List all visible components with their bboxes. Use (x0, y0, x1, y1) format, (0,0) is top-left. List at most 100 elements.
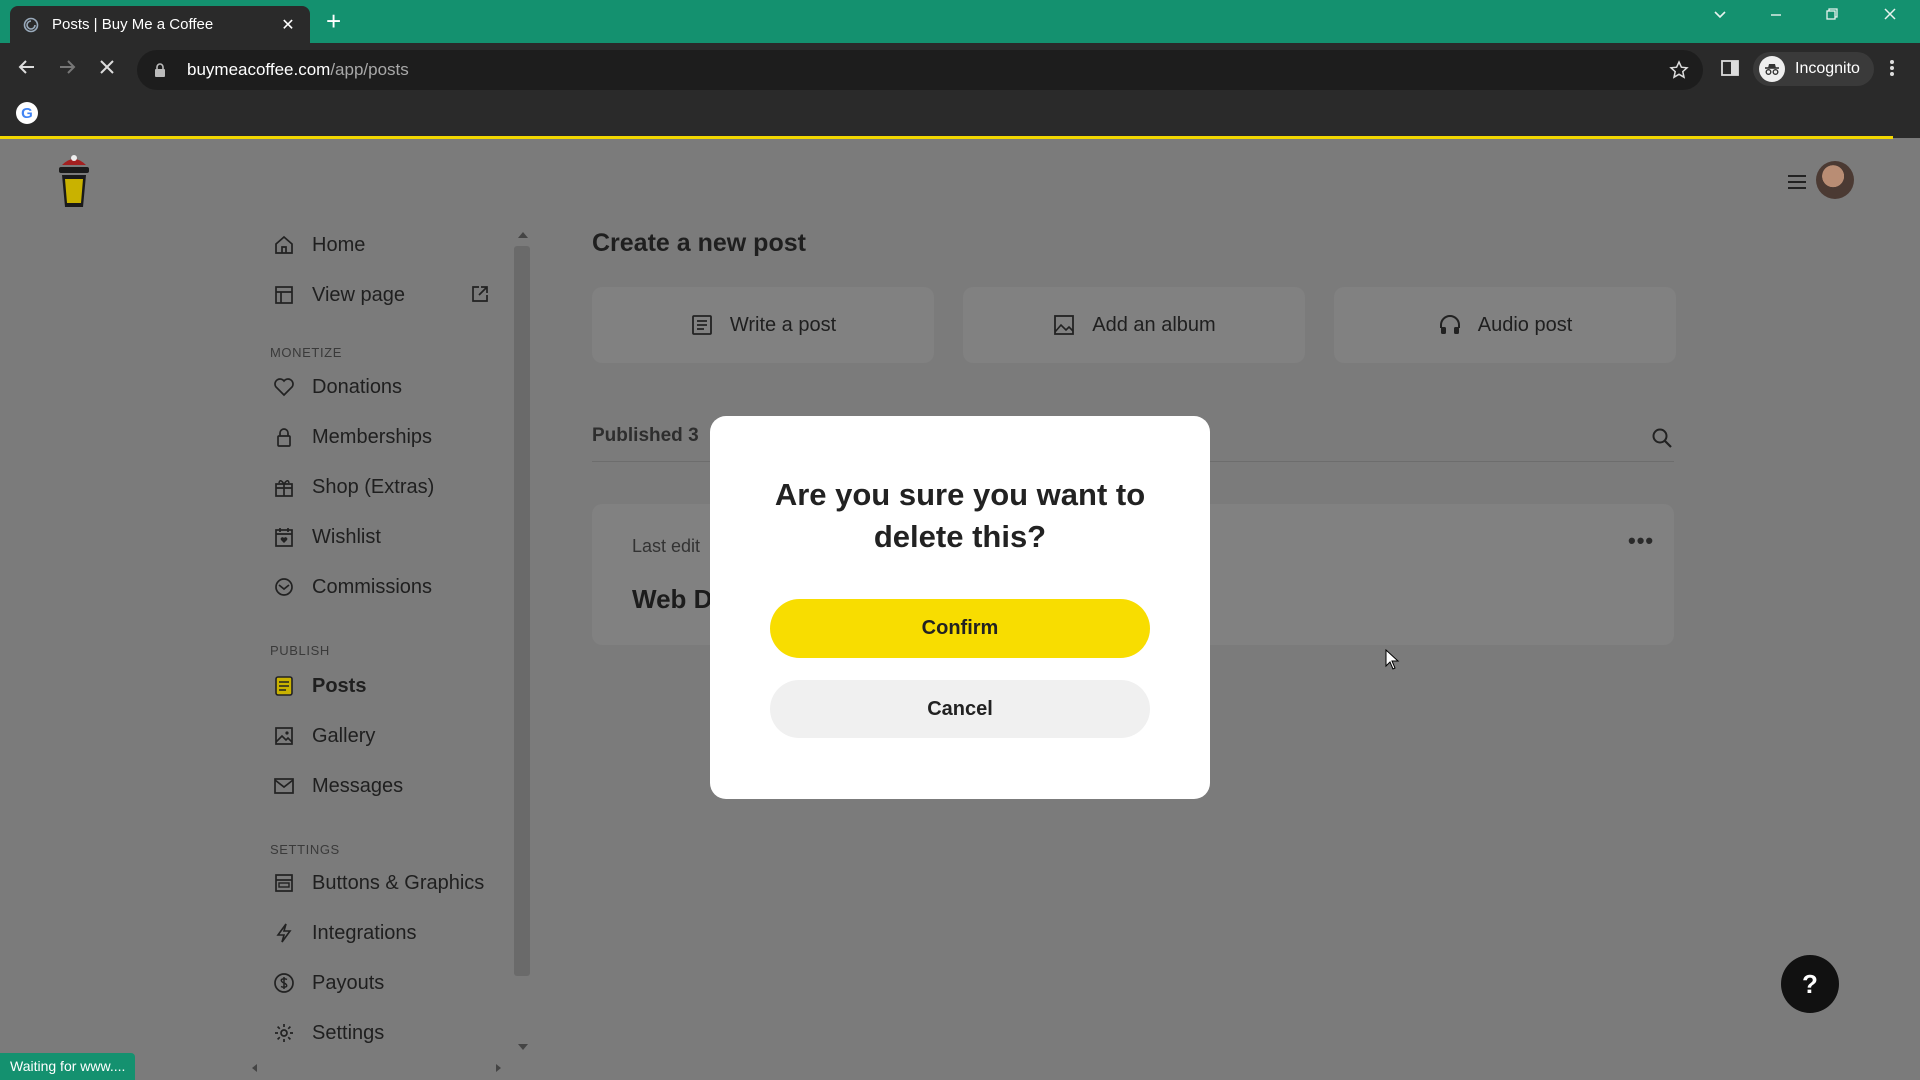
bolt-icon (270, 921, 298, 945)
sidebar-item-integrations[interactable]: Integrations (270, 918, 417, 948)
scrollbar-thumb[interactable] (514, 246, 530, 976)
sidebar-item-label: Commissions (312, 575, 433, 598)
write-a-post-button[interactable]: Write a post (592, 287, 934, 363)
mail-icon (270, 774, 298, 798)
sidebar-item-label: Gallery (312, 724, 376, 747)
scroll-right-arrow-icon[interactable] (496, 1064, 501, 1072)
sidebar-item-label: Donations (312, 375, 403, 398)
document-icon (690, 313, 714, 337)
incognito-profile-button[interactable]: Incognito (1753, 52, 1874, 86)
side-panel-icon[interactable] (1720, 58, 1740, 83)
back-icon[interactable] (12, 56, 42, 84)
url-host: buymeacoffee.com (187, 60, 331, 79)
cancel-button[interactable]: Cancel (770, 680, 1150, 738)
audio-post-button[interactable]: Audio post (1334, 287, 1676, 363)
image-icon (1052, 313, 1076, 337)
create-option-label: Audio post (1477, 313, 1573, 336)
sidebar-item-label: Settings (312, 1021, 385, 1044)
stop-loading-icon[interactable] (92, 56, 122, 84)
sidebar-item-messages[interactable]: Messages (270, 771, 403, 801)
favicon-icon (22, 16, 40, 34)
incognito-label: Incognito (1795, 60, 1860, 77)
page-title: Create a new post (592, 229, 806, 257)
sidebar-section-monetize: MONETIZE (270, 345, 342, 360)
sidebar-item-label: Home (312, 233, 366, 256)
external-link-icon[interactable] (470, 284, 490, 309)
sidebar-item-settings[interactable]: Settings (270, 1018, 384, 1048)
add-an-album-button[interactable]: Add an album (963, 287, 1305, 363)
browser-menu-icon[interactable] (1888, 58, 1896, 83)
sidebar-section-settings: SETTINGS (270, 842, 340, 857)
sidebar-item-gallery[interactable]: Gallery (270, 721, 375, 751)
sidebar-item-label: Posts (312, 674, 367, 697)
tab-search-icon[interactable] (1712, 6, 1728, 27)
sidebar-item-posts[interactable]: Posts (270, 671, 366, 701)
url-path: /app/posts (330, 60, 409, 79)
sidebar-item-buttons-graphics[interactable]: Buttons & Graphics (270, 868, 484, 898)
dollar-icon (270, 971, 298, 995)
sidebar-item-donations[interactable]: Donations (270, 372, 402, 402)
sidebar-item-label: Shop (Extras) (312, 475, 435, 498)
tab-title: Posts | Buy Me a Coffee (52, 16, 214, 33)
scroll-up-arrow-icon[interactable] (518, 232, 528, 238)
google-bookmark-icon[interactable]: G (16, 102, 38, 124)
sidebar-item-home[interactable]: Home (270, 230, 365, 260)
commission-icon (270, 575, 298, 599)
heart-icon (270, 375, 298, 399)
search-icon[interactable] (1650, 426, 1674, 455)
sidebar-item-label: Payouts (312, 971, 385, 994)
calendar-icon (270, 525, 298, 549)
published-count[interactable]: Published 3 (592, 425, 699, 447)
sidebar-horizontal-scrollbar[interactable] (250, 1062, 506, 1074)
create-option-label: Write a post (729, 313, 837, 336)
sidebar-section-publish: PUBLISH (270, 643, 330, 658)
sidebar-item-label: View page (312, 283, 406, 306)
sidebar-item-commissions[interactable]: Commissions (270, 572, 432, 602)
gear-icon (270, 1021, 298, 1045)
delete-confirmation-dialog: Are you sure you want to delete this? Co… (710, 416, 1210, 799)
address-bar[interactable]: buymeacoffee.com/app/posts (137, 50, 1703, 90)
layout-icon (270, 283, 298, 307)
sidebar-item-label: Wishlist (312, 525, 381, 548)
hamburger-menu-icon[interactable] (1787, 170, 1807, 198)
image-icon (270, 724, 298, 748)
post-title[interactable]: Web D (632, 584, 712, 615)
dialog-question: Are you sure you want to delete this? (774, 477, 1146, 554)
sidebar-item-wishlist[interactable]: Wishlist (270, 522, 381, 552)
scroll-left-arrow-icon[interactable] (252, 1064, 257, 1072)
browser-titlebar: Posts | Buy Me a Coffee ✕ + (0, 0, 1920, 43)
bookmark-star-icon[interactable] (1669, 60, 1689, 80)
browser-status-bar: Waiting for www.... (0, 1053, 136, 1080)
restore-icon[interactable] (1824, 6, 1840, 27)
incognito-icon (1759, 56, 1785, 82)
sidebar-item-label: Memberships (312, 425, 433, 448)
headphones-icon (1438, 313, 1462, 337)
minimize-icon[interactable] (1768, 6, 1784, 27)
buttons-icon (270, 871, 298, 895)
new-tab-button[interactable]: + (326, 8, 341, 34)
mouse-cursor-icon (1385, 648, 1401, 676)
sidebar-item-view-page[interactable]: View page (270, 280, 405, 310)
help-button[interactable]: ? (1781, 955, 1839, 1013)
forward-icon[interactable] (52, 56, 82, 84)
document-icon (270, 674, 298, 698)
home-icon (270, 233, 298, 257)
scroll-down-arrow-icon[interactable] (518, 1044, 528, 1050)
sidebar-item-payouts[interactable]: Payouts (270, 968, 384, 998)
buy-me-a-coffee-logo[interactable] (56, 155, 92, 216)
post-meta: Last edit (632, 536, 701, 556)
sidebar-item-label: Integrations (312, 921, 417, 944)
gift-icon (270, 475, 298, 499)
sidebar-item-shop-extras[interactable]: Shop (Extras) (270, 472, 434, 502)
user-avatar[interactable] (1816, 161, 1854, 199)
sidebar-scrollbar[interactable] (514, 232, 530, 1050)
sidebar-item-memberships[interactable]: Memberships (270, 422, 432, 452)
post-more-options-icon[interactable]: ••• (1628, 528, 1654, 554)
confirm-button[interactable]: Confirm (770, 599, 1150, 658)
create-option-label: Add an album (1092, 313, 1216, 336)
close-window-icon[interactable] (1882, 6, 1898, 27)
lock-icon (153, 62, 173, 78)
sidebar-item-label: Messages (312, 774, 404, 797)
browser-tab[interactable]: Posts | Buy Me a Coffee ✕ (10, 6, 310, 43)
tab-close-icon[interactable]: ✕ (278, 15, 298, 35)
